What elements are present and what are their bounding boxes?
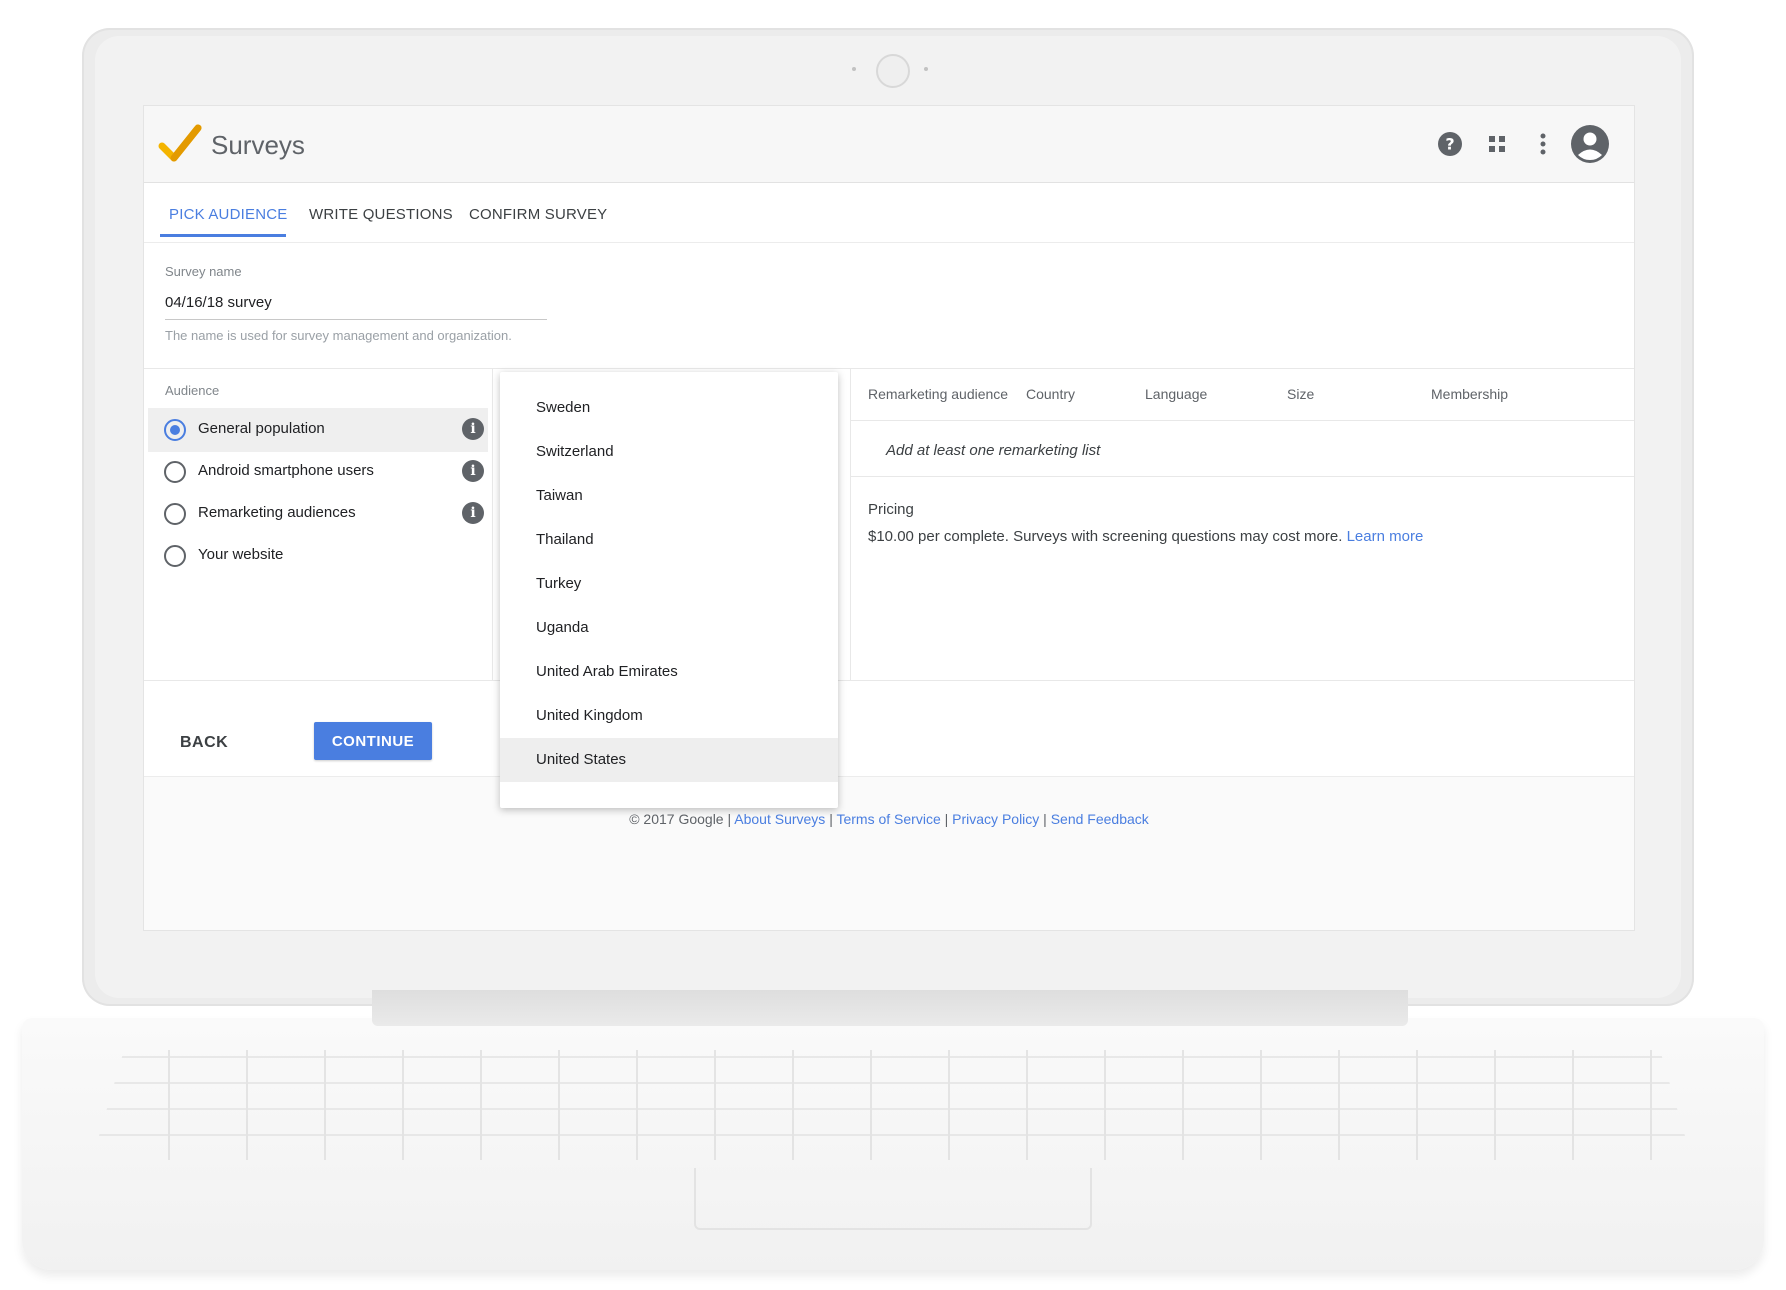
audience-label: Audience xyxy=(165,383,220,398)
audience-option-remarketing[interactable]: Remarketing audiences i xyxy=(148,492,488,536)
app-header: Surveys ? xyxy=(144,106,1634,183)
country-option-label: Switzerland xyxy=(536,443,614,460)
active-tab-indicator xyxy=(160,234,286,237)
footer-link-terms-of-service[interactable]: Terms of Service xyxy=(836,811,940,827)
country-option-label: Sweden xyxy=(536,399,591,416)
svg-text:?: ? xyxy=(1445,135,1454,154)
help-icon[interactable]: ? xyxy=(1434,128,1466,160)
audience-option-label: Android smartphone users xyxy=(198,462,374,479)
more-vert-icon[interactable] xyxy=(1527,128,1559,160)
country-option[interactable]: Uganda xyxy=(500,606,838,650)
radio-button[interactable] xyxy=(164,503,186,525)
divider xyxy=(850,420,1634,421)
survey-name-input[interactable] xyxy=(165,294,545,311)
tab-write-questions[interactable]: WRITE QUESTIONS xyxy=(309,206,453,223)
country-option[interactable]: United Kingdom xyxy=(500,694,838,738)
account-icon[interactable] xyxy=(1570,124,1610,164)
survey-name-label: Survey name xyxy=(165,264,242,279)
audience-option-general-population[interactable]: General population i xyxy=(148,408,488,452)
country-option-label: Uganda xyxy=(536,619,589,636)
column-header-remarketing-audience: Remarketing audience xyxy=(868,386,1009,402)
country-option-label: United States xyxy=(536,751,627,768)
app-title: Surveys xyxy=(211,130,305,160)
footer-link-send-feedback[interactable]: Send Feedback xyxy=(1051,811,1149,827)
survey-name-underline xyxy=(165,319,547,320)
country-option[interactable]: Taiwan xyxy=(500,474,838,518)
country-option[interactable]: Sweden xyxy=(500,386,838,430)
tab-confirm-survey[interactable]: CONFIRM SURVEY xyxy=(469,206,607,223)
country-option-label: Thailand xyxy=(536,531,594,548)
audience-option-label: Remarketing audiences xyxy=(198,504,356,521)
radio-button[interactable] xyxy=(164,461,186,483)
back-button[interactable]: BACK xyxy=(180,734,228,752)
country-option-label: United Kingdom xyxy=(536,707,643,724)
info-icon[interactable]: i xyxy=(462,460,484,482)
tab-pick-audience[interactable]: PICK AUDIENCE xyxy=(169,206,287,223)
surveys-logo-icon xyxy=(158,124,202,162)
learn-more-link[interactable]: Learn more xyxy=(1347,528,1424,545)
column-header-size: Size xyxy=(1287,386,1315,402)
apps-grid-icon[interactable] xyxy=(1481,128,1513,160)
country-option[interactable]: Thailand xyxy=(500,518,838,562)
continue-button[interactable]: CONTINUE xyxy=(314,722,432,760)
webcam-sensor xyxy=(924,67,928,71)
audience-option-label: Your website xyxy=(198,546,284,563)
country-option[interactable]: Turkey xyxy=(500,562,838,606)
column-header-membership: Membership xyxy=(1431,386,1509,402)
laptop-hinge xyxy=(372,990,1408,1026)
column-header-language: Language xyxy=(1145,386,1208,402)
remarketing-panel xyxy=(850,368,1634,680)
footer-copyright: © 2017 Google xyxy=(629,811,724,827)
laptop-trackpad xyxy=(694,1168,1092,1230)
remarketing-empty-message: Add at least one remarketing list xyxy=(886,442,1101,459)
divider xyxy=(850,476,1634,477)
app-window: Surveys ? PICK AUDIENCE WRITE QUESTIONS … xyxy=(144,106,1634,930)
survey-name-help: The name is used for survey management a… xyxy=(165,328,512,343)
pricing-text: $10.00 per complete. Surveys with screen… xyxy=(868,528,1423,545)
step-tabs: PICK AUDIENCE WRITE QUESTIONS CONFIRM SU… xyxy=(144,184,1634,243)
country-option-selected[interactable]: United States xyxy=(500,738,838,782)
country-option[interactable]: Switzerland xyxy=(500,430,838,474)
country-option-label: Taiwan xyxy=(536,487,583,504)
footer-link-about-surveys[interactable]: About Surveys xyxy=(734,811,825,827)
info-icon[interactable]: i xyxy=(462,418,484,440)
page-footer: © 2017 Google | About Surveys | Terms of… xyxy=(144,776,1634,930)
column-header-country: Country xyxy=(1026,386,1076,402)
radio-button[interactable] xyxy=(164,545,186,567)
country-option-label: Turkey xyxy=(536,575,582,592)
webcam-icon xyxy=(876,54,910,88)
pricing-description: $10.00 per complete. Surveys with screen… xyxy=(868,528,1343,545)
laptop-keyboard xyxy=(92,1050,1692,1160)
divider xyxy=(144,680,1634,681)
info-icon[interactable]: i xyxy=(462,502,484,524)
footer-links: © 2017 Google | About Surveys | Terms of… xyxy=(629,811,1149,827)
divider xyxy=(492,368,493,680)
audience-option-label: General population xyxy=(198,420,325,437)
radio-button-selected[interactable] xyxy=(164,419,186,441)
audience-option-your-website[interactable]: Your website xyxy=(148,534,488,578)
country-option[interactable]: United Arab Emirates xyxy=(500,650,838,694)
country-option-label: United Arab Emirates xyxy=(536,663,678,680)
audience-option-android-users[interactable]: Android smartphone users i xyxy=(148,450,488,494)
country-dropdown-menu: Sweden Switzerland Taiwan Thailand Turke… xyxy=(500,372,838,808)
pricing-title: Pricing xyxy=(868,501,914,518)
footer-link-privacy-policy[interactable]: Privacy Policy xyxy=(952,811,1039,827)
webcam-sensor xyxy=(852,67,856,71)
